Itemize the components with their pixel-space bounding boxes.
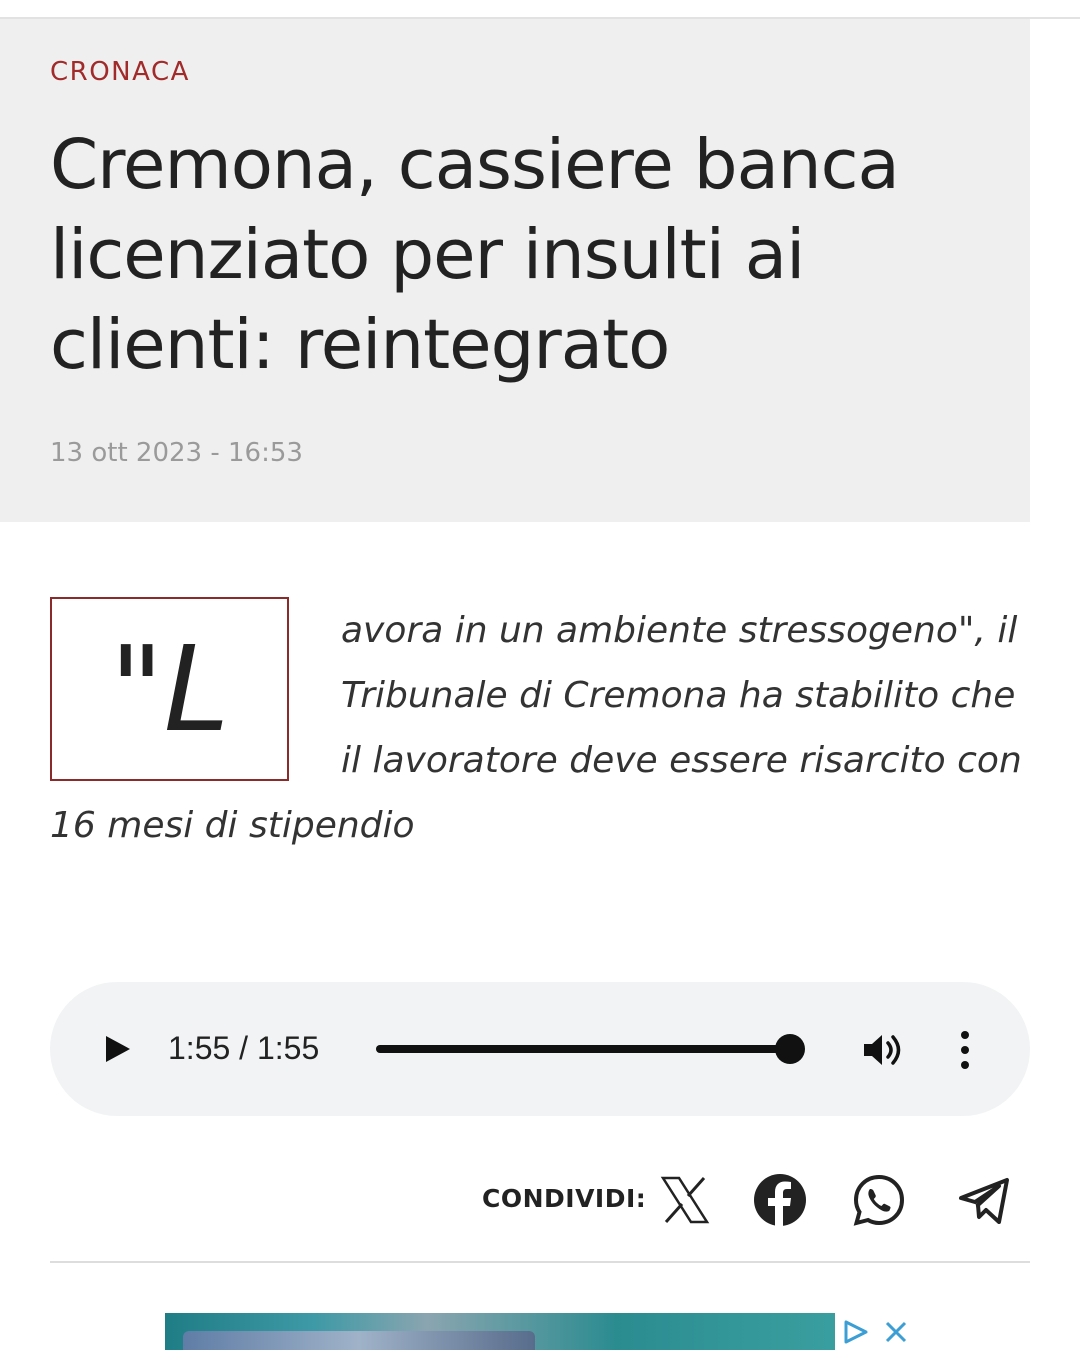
audio-progress-fill xyxy=(376,1045,790,1053)
lead-line-2: Tribunale di Cremona ha stabilito che xyxy=(341,675,1016,716)
audio-player: 1:55 / 1:55 xyxy=(50,982,1030,1116)
facebook-icon[interactable] xyxy=(752,1172,808,1228)
advertisement-banner[interactable] xyxy=(165,1313,915,1350)
ad-choices-badge[interactable] xyxy=(835,1313,915,1350)
ad-choices-icon[interactable] xyxy=(841,1319,871,1345)
audio-time: 1:55 / 1:55 xyxy=(168,1030,320,1066)
more-options-icon[interactable] xyxy=(958,1030,972,1070)
play-icon[interactable] xyxy=(102,1034,132,1064)
lead-line-1: avora in un ambiente stressogeno", il xyxy=(341,610,1018,651)
section-divider xyxy=(50,1261,1030,1263)
category-label[interactable]: CRONACA xyxy=(50,57,190,87)
lead-line-3: il lavoratore deve essere risarcito con xyxy=(341,740,1022,781)
telegram-icon[interactable] xyxy=(957,1172,1013,1228)
publish-date: 13 ott 2023 - 16:53 xyxy=(50,438,303,468)
x-icon[interactable] xyxy=(657,1172,713,1228)
audio-progress-track[interactable] xyxy=(376,1034,805,1064)
audio-progress-thumb[interactable] xyxy=(775,1034,805,1064)
whatsapp-icon[interactable] xyxy=(851,1172,907,1228)
article-headline: Cremona, cassiere banca licenziato per i… xyxy=(50,125,900,385)
lead-line-4: 16 mesi di stipendio xyxy=(50,805,415,846)
volume-icon[interactable] xyxy=(862,1032,908,1068)
article-lead: avora in un ambiente stressogeno", il Tr… xyxy=(50,598,1035,858)
share-label: CONDIVIDI: xyxy=(482,1184,647,1213)
ad-image xyxy=(183,1331,535,1350)
close-icon[interactable] xyxy=(883,1319,909,1345)
